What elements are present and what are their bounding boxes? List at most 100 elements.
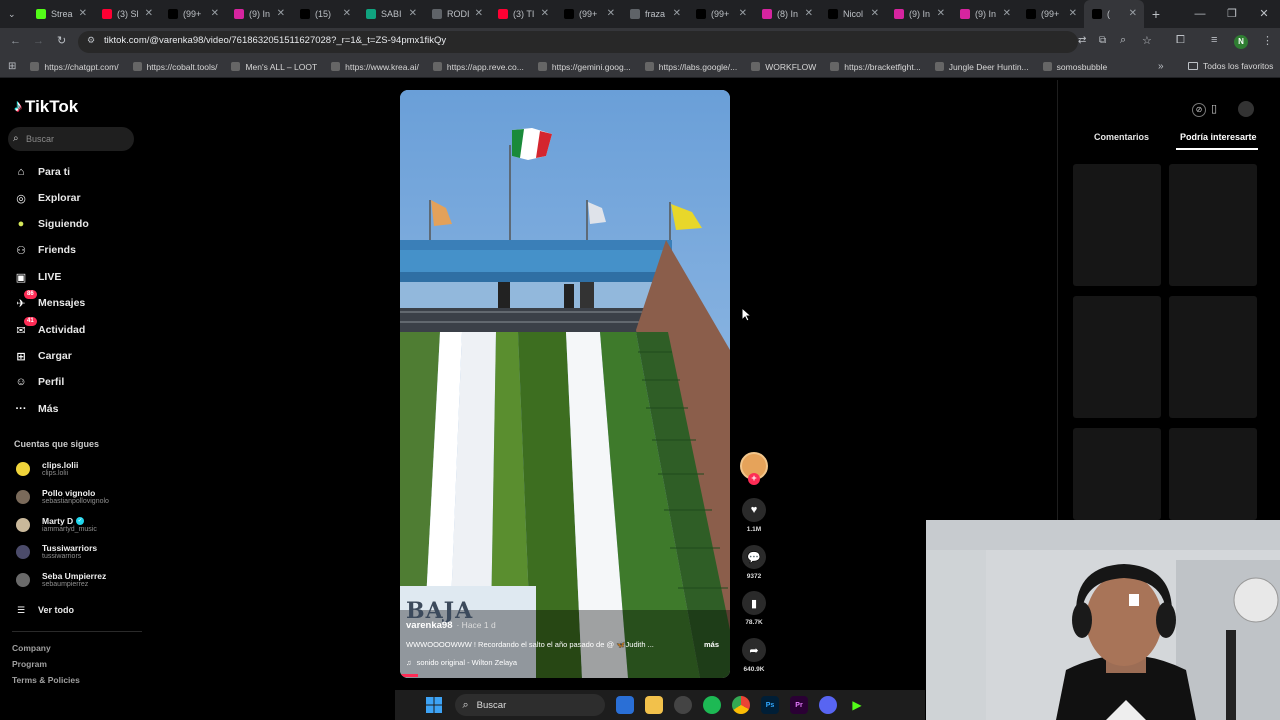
browser-tab[interactable]: (99+ ✕ [160, 0, 226, 28]
tab-you-may-like[interactable]: Podría interesarte [1180, 132, 1257, 142]
close-tab-icon[interactable]: ✕ [871, 8, 879, 19]
close-tab-icon[interactable]: ✕ [607, 8, 615, 19]
following-account[interactable]: Pollo vignolo sebastianpollovignolo [16, 488, 109, 505]
footer-company[interactable]: Company [12, 643, 51, 653]
sidebar-item-cargar[interactable]: ⊞ Cargar [14, 349, 71, 363]
browser-tab[interactable]: (✕ [1084, 0, 1144, 28]
bookmark-item[interactable]: https://gemini.goog... [537, 62, 631, 72]
outlook-icon[interactable] [616, 696, 634, 714]
search-input[interactable]: ⌕ Buscar [8, 127, 134, 151]
kick-icon[interactable]: ▶ [848, 696, 866, 714]
follow-plus-icon[interactable]: + [748, 473, 760, 485]
footer-program[interactable]: Program [12, 659, 47, 669]
browser-tab[interactable]: Nicol ✕ [820, 0, 886, 28]
browser-tab[interactable]: (3) Sl ✕ [94, 0, 160, 28]
zoom-icon[interactable]: ⌕ [1120, 34, 1126, 47]
close-tab-icon[interactable]: ✕ [1129, 8, 1137, 19]
close-tab-icon[interactable]: ✕ [277, 8, 285, 19]
close-tab-icon[interactable]: ✕ [343, 8, 351, 19]
bookmark-item[interactable]: WORKFLOW [751, 62, 816, 72]
suggested-video-thumb[interactable] [1073, 296, 1161, 418]
bookmark-item[interactable]: https://www.krea.ai/ [331, 62, 419, 72]
tab-comments[interactable]: Comentarios [1094, 132, 1149, 142]
translate-icon[interactable]: ⇄ [1078, 35, 1086, 46]
taskbar-search[interactable]: ⌕ Buscar [454, 694, 605, 716]
caption-more-link[interactable]: más [704, 640, 719, 649]
menu-icon[interactable]: ⋮ [1262, 34, 1273, 47]
following-account[interactable]: Seba Umpierrez sebaumpierrez [16, 571, 106, 588]
browser-tab[interactable]: (9) In ✕ [226, 0, 292, 28]
chrome-icon[interactable] [732, 696, 750, 714]
media-controls-icon[interactable]: ≡ [1211, 34, 1217, 46]
following-account[interactable]: Marty D ✓ iammartyd_music [16, 516, 97, 533]
close-window-button[interactable]: ✕ [1248, 0, 1280, 28]
close-tab-icon[interactable]: ✕ [79, 8, 87, 19]
bookmark-item[interactable]: https://labs.google/... [644, 62, 737, 72]
close-tab-icon[interactable]: ✕ [409, 8, 417, 19]
close-tab-icon[interactable]: ✕ [211, 8, 219, 19]
github-icon[interactable] [674, 696, 692, 714]
browser-tab[interactable]: (8) In ✕ [754, 0, 820, 28]
video-player[interactable]: BAJA varenka98 · Hace 1 d WWWOOOOWWW ! R… [400, 90, 730, 678]
apps-grid-icon[interactable]: ⊞ [8, 61, 16, 72]
compass-circle-icon[interactable]: ⊘ [1192, 103, 1206, 117]
spotify-icon[interactable] [703, 696, 721, 714]
forward-button[interactable]: → [33, 35, 44, 47]
bookmark-item[interactable]: https://cobalt.tools/ [132, 62, 217, 72]
browser-tab[interactable]: fraza ✕ [622, 0, 688, 28]
sidebar-item-más[interactable]: ··· Más [14, 402, 59, 416]
browser-tab[interactable]: SABI ✕ [358, 0, 424, 28]
browser-tab[interactable]: (99+ ✕ [688, 0, 754, 28]
windows-start-button[interactable] [425, 696, 443, 714]
heart-button[interactable]: ♥ 1.1M [742, 498, 766, 533]
bookmark-item[interactable]: Men's ALL – LOOT [231, 62, 317, 72]
suggested-video-thumb[interactable] [1169, 164, 1257, 286]
bookmark-item[interactable]: Jungle Deer Huntin... [934, 62, 1029, 72]
tab-search-button[interactable]: ⌄ [0, 0, 28, 28]
close-tab-icon[interactable]: ✕ [541, 8, 549, 19]
close-tab-icon[interactable]: ✕ [1069, 8, 1077, 19]
browser-tab[interactable]: RODI ✕ [424, 0, 490, 28]
browser-tab[interactable]: (9) In ✕ [886, 0, 952, 28]
close-tab-icon[interactable]: ✕ [673, 8, 681, 19]
close-tab-icon[interactable]: ✕ [475, 8, 483, 19]
more-bookmarks-icon[interactable]: » [1158, 61, 1164, 72]
comment-button[interactable]: 💬 9372 [742, 545, 766, 580]
extensions-icon[interactable]: ⧠ [1176, 34, 1185, 47]
sidebar-item-friends[interactable]: ⚇ Friends [14, 243, 76, 257]
footer-terms[interactable]: Terms & Policies [12, 675, 80, 685]
new-tab-button[interactable]: + [1144, 0, 1168, 28]
close-tab-icon[interactable]: ✕ [937, 8, 945, 19]
sidebar-item-actividad[interactable]: ✉ 41 Actividad [14, 317, 85, 337]
following-account[interactable]: Tussiwarriors tussiwarriors [16, 543, 97, 560]
all-bookmarks-folder[interactable]: Todos los favoritos [1188, 61, 1273, 71]
sidebar-item-siguiendo[interactable]: ● Siguiendo [14, 217, 89, 231]
bookmark-item[interactable]: https://bracketfight... [830, 62, 921, 72]
suggested-video-thumb[interactable] [1073, 428, 1161, 520]
suggested-video-thumb[interactable] [1073, 164, 1161, 286]
phone-icon[interactable]: ▯ [1211, 102, 1217, 115]
sidebar-item-explorar[interactable]: ◎ Explorar [14, 191, 80, 205]
following-account[interactable]: clips.lolii clips.lolii [16, 460, 78, 477]
sidebar-item-mensajes[interactable]: ✈ 86 Mensajes [14, 290, 85, 310]
bookmark-star-icon[interactable]: ☆ [1142, 34, 1152, 47]
close-tab-icon[interactable]: ✕ [145, 8, 153, 19]
discord-icon[interactable] [819, 696, 837, 714]
back-button[interactable]: ← [10, 35, 21, 47]
sidebar-item-para-ti[interactable]: ⌂ Para ti [14, 165, 70, 179]
creator-avatar-button[interactable]: + [740, 452, 768, 485]
browser-tab[interactable]: (99+ ✕ [1018, 0, 1084, 28]
suggested-video-thumb[interactable] [1169, 296, 1257, 418]
bookmark-item[interactable]: somosbubble [1042, 62, 1107, 72]
bookmark-item[interactable]: https://chatgpt.com/ [30, 62, 119, 72]
browser-tab[interactable]: (3) TI ✕ [490, 0, 556, 28]
close-tab-icon[interactable]: ✕ [1003, 8, 1011, 19]
browser-tab[interactable]: (15) ✕ [292, 0, 358, 28]
bookmark-button[interactable]: ▮ 78.7K [742, 591, 766, 626]
premiere-icon[interactable]: Pr [790, 696, 808, 714]
url-text[interactable]: tiktok.com/@varenka98/video/761863205151… [104, 35, 446, 46]
suggested-video-thumb[interactable] [1169, 428, 1257, 520]
site-info-icon[interactable]: ⚙ [87, 35, 95, 46]
user-avatar[interactable] [1238, 101, 1254, 117]
profile-avatar[interactable]: N [1234, 35, 1248, 49]
